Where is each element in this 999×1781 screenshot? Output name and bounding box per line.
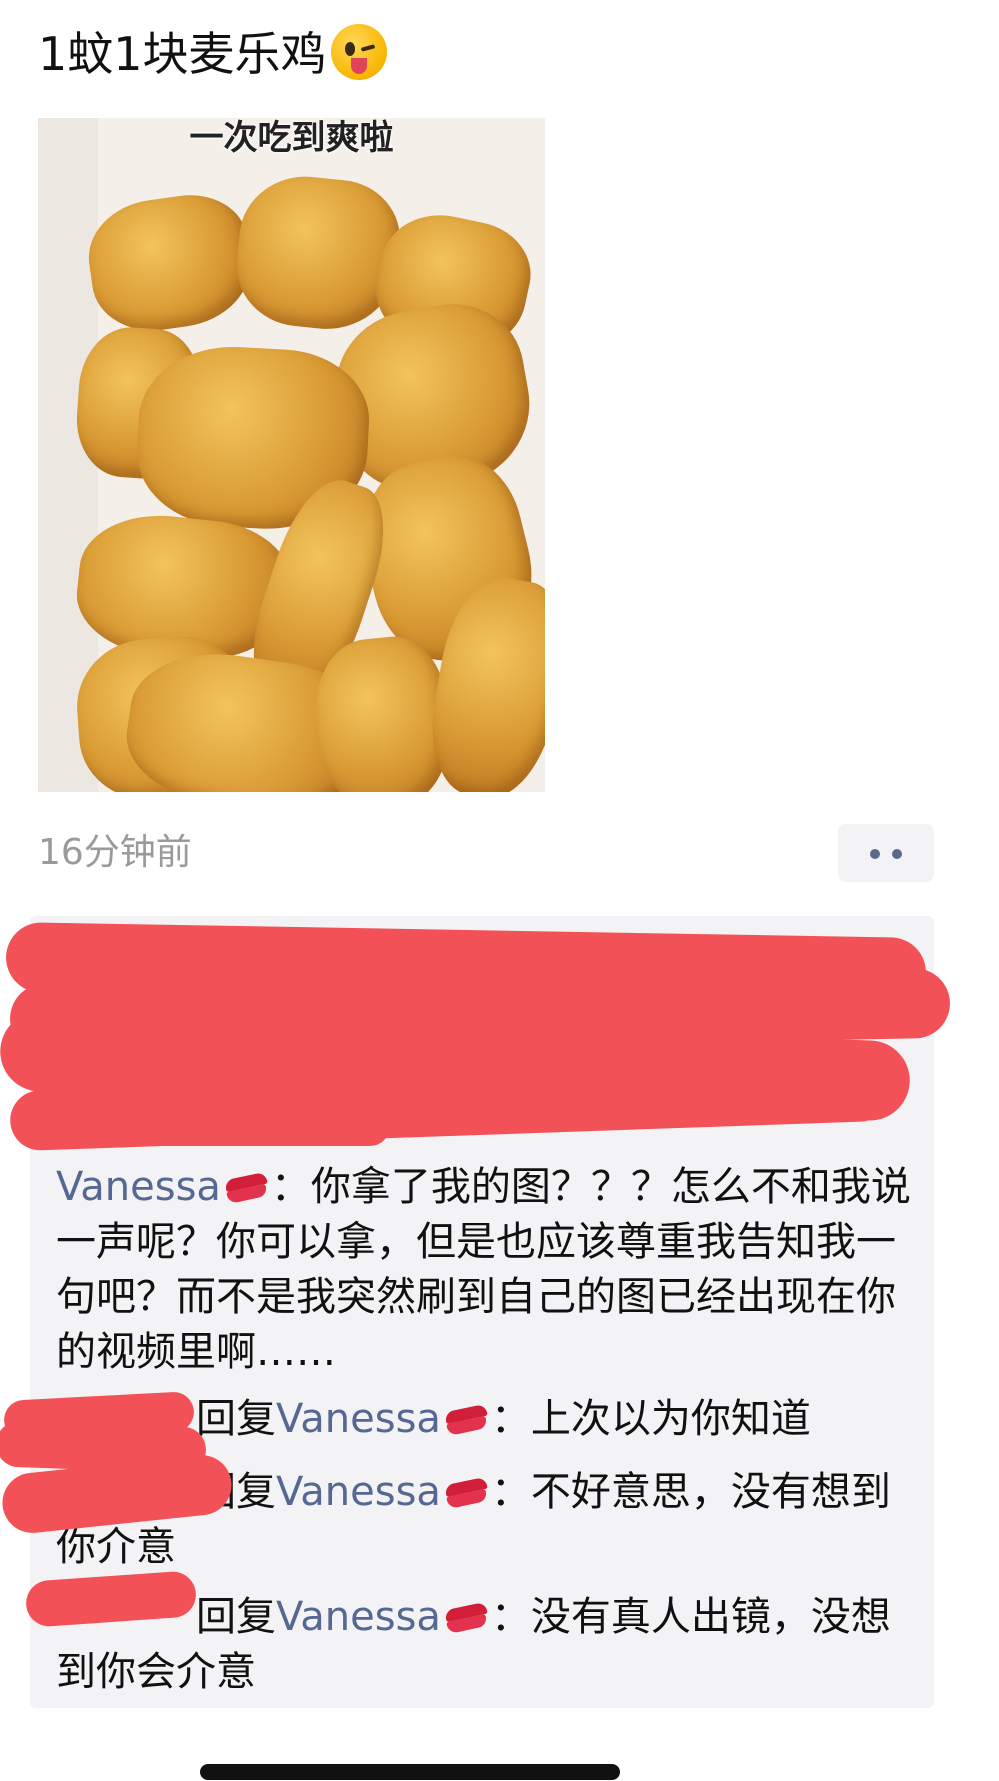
winking-face-icon: [330, 24, 387, 80]
home-indicator[interactable]: [200, 1764, 620, 1780]
kiss-mark-icon: [443, 1479, 489, 1507]
post-caption: 1蚊1块麦乐鸡: [38, 27, 327, 81]
dot-icon: [892, 849, 902, 859]
post-text: 1蚊1块麦乐鸡: [38, 22, 387, 86]
photo-overlay-text: 一次吃到爽啦: [189, 118, 394, 158]
kiss-mark-icon: [443, 1406, 489, 1434]
comment-item[interactable]: Vanessa ：你拿了我的图？？？怎么不和我说一声呢？你可以拿，但是也应该尊重我…: [56, 1160, 926, 1380]
reply-to-name[interactable]: Vanessa: [276, 1594, 441, 1640]
reply-text: ：上次以为你知道: [490, 1396, 811, 1442]
reply-word: 回复: [196, 1594, 276, 1640]
more-options-button[interactable]: [838, 824, 934, 882]
reply-word: 回复: [196, 1396, 276, 1442]
comments-panel: Vanessa ：你拿了我的图？？？怎么不和我说一声呢？你可以拿，但是也应该尊重我…: [0, 916, 951, 1708]
comment-author[interactable]: Vanessa: [56, 1164, 221, 1210]
dot-icon: [870, 849, 880, 859]
kiss-mark-icon: [223, 1174, 269, 1202]
reply-to-name[interactable]: Vanessa: [276, 1469, 441, 1515]
reply-to-name[interactable]: Vanessa: [276, 1396, 441, 1442]
post-photo[interactable]: 一次吃到爽啦: [38, 118, 545, 792]
kiss-mark-icon: [443, 1604, 489, 1632]
timestamp: 16分钟前: [38, 832, 192, 873]
